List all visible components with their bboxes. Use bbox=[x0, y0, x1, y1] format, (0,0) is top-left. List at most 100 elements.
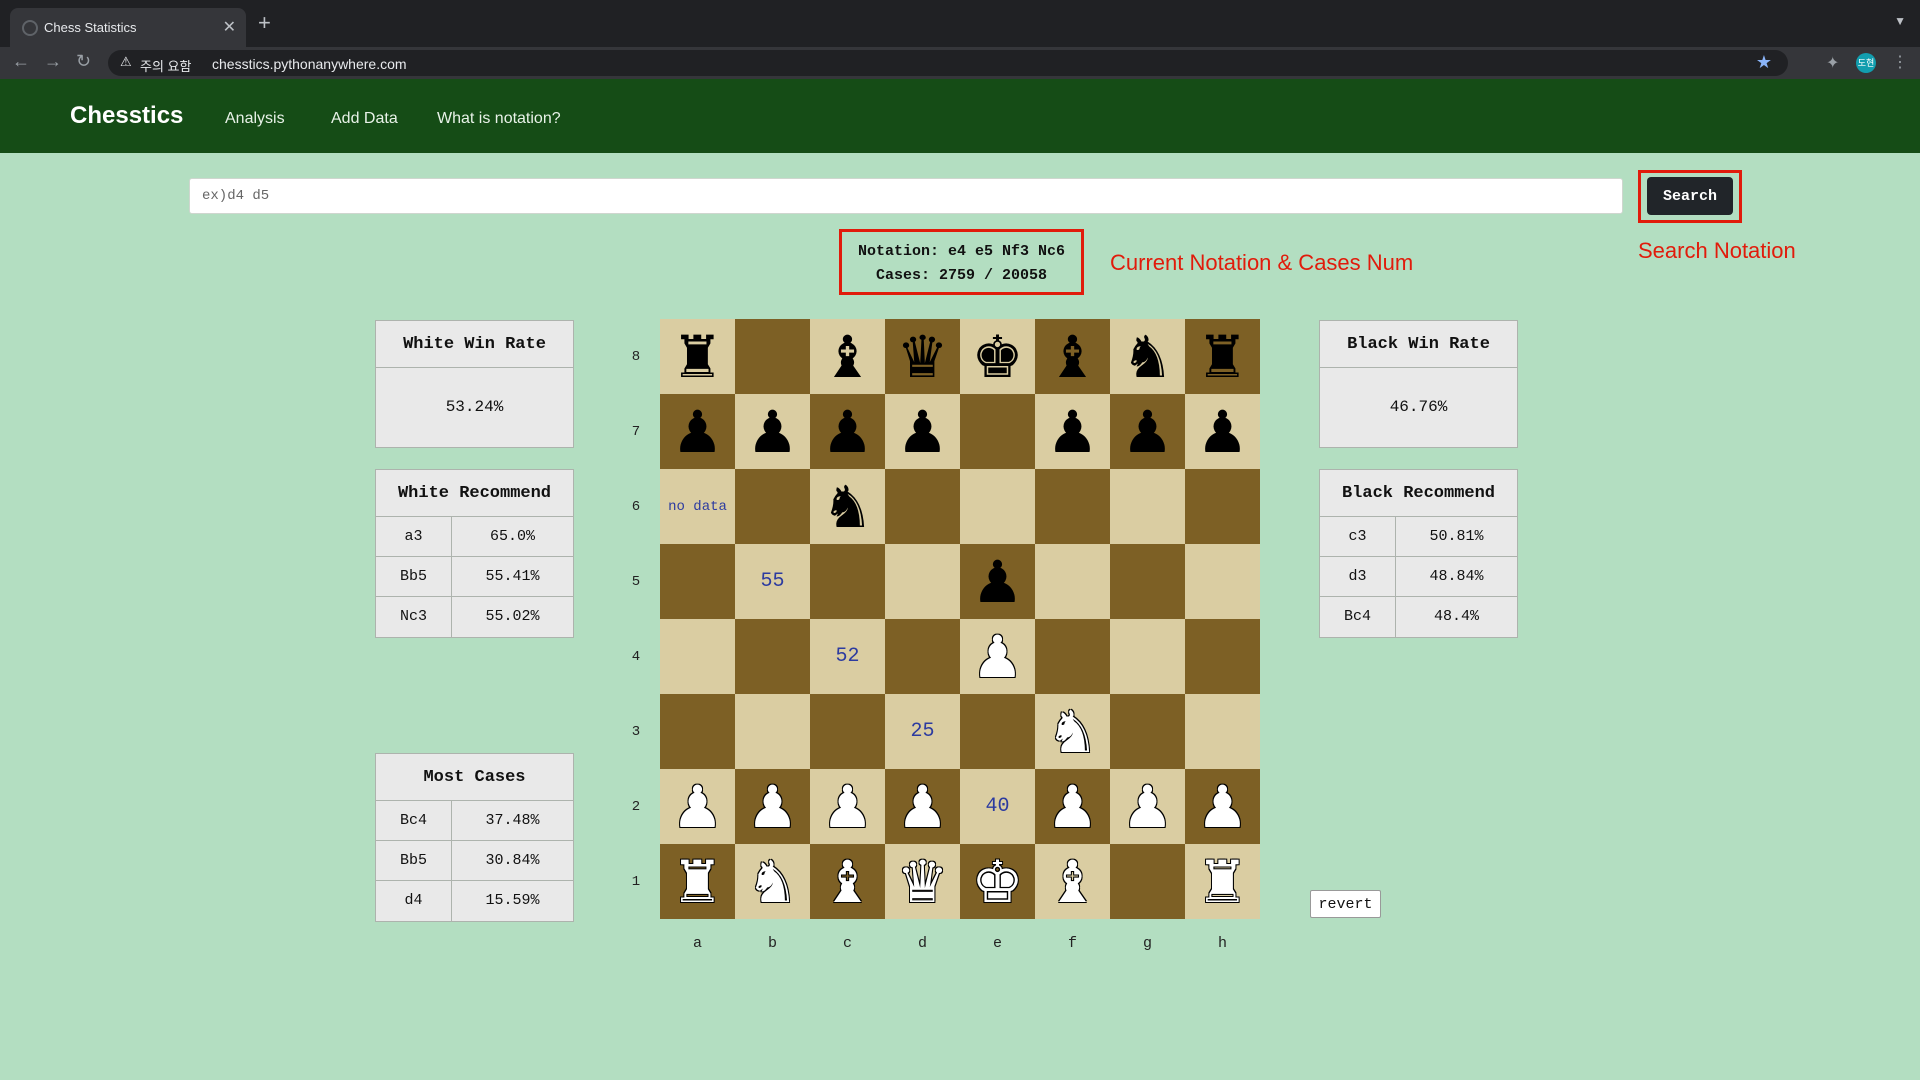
square-e3[interactable] bbox=[960, 694, 1035, 769]
square-a7[interactable]: ♟ bbox=[660, 394, 735, 469]
square-h7[interactable]: ♟ bbox=[1185, 394, 1260, 469]
square-h6[interactable] bbox=[1185, 469, 1260, 544]
white-knight-icon[interactable]: ♞ bbox=[747, 853, 799, 911]
nav-link-add-data[interactable]: Add Data bbox=[331, 110, 398, 128]
square-e8[interactable]: ♚ bbox=[960, 319, 1035, 394]
nav-link-analysis[interactable]: Analysis bbox=[225, 110, 285, 128]
black-queen-icon[interactable]: ♛ bbox=[897, 328, 949, 386]
white-pawn-icon[interactable]: ♟ bbox=[972, 628, 1024, 686]
square-f2[interactable]: ♟ bbox=[1035, 769, 1110, 844]
square-b7[interactable]: ♟ bbox=[735, 394, 810, 469]
square-e1[interactable]: ♚ bbox=[960, 844, 1035, 919]
square-g2[interactable]: ♟ bbox=[1110, 769, 1185, 844]
square-a8[interactable]: ♜ bbox=[660, 319, 735, 394]
square-d7[interactable]: ♟ bbox=[885, 394, 960, 469]
black-bishop-icon[interactable]: ♝ bbox=[822, 328, 874, 386]
chevron-down-icon[interactable]: ▼ bbox=[1894, 14, 1906, 28]
square-h2[interactable]: ♟ bbox=[1185, 769, 1260, 844]
square-b8[interactable] bbox=[735, 319, 810, 394]
nav-link-what-is-notation[interactable]: What is notation? bbox=[437, 110, 561, 128]
square-d2[interactable]: ♟ bbox=[885, 769, 960, 844]
square-c1[interactable]: ♝ bbox=[810, 844, 885, 919]
square-h5[interactable] bbox=[1185, 544, 1260, 619]
white-king-icon[interactable]: ♚ bbox=[972, 853, 1024, 911]
square-h3[interactable] bbox=[1185, 694, 1260, 769]
square-d8[interactable]: ♛ bbox=[885, 319, 960, 394]
white-pawn-icon[interactable]: ♟ bbox=[1122, 778, 1174, 836]
square-d1[interactable]: ♛ bbox=[885, 844, 960, 919]
square-g4[interactable] bbox=[1110, 619, 1185, 694]
black-king-icon[interactable]: ♚ bbox=[972, 328, 1024, 386]
square-c8[interactable]: ♝ bbox=[810, 319, 885, 394]
square-a3[interactable] bbox=[660, 694, 735, 769]
square-a6[interactable]: no data bbox=[660, 469, 735, 544]
square-h4[interactable] bbox=[1185, 619, 1260, 694]
white-pawn-icon[interactable]: ♟ bbox=[672, 778, 724, 836]
square-a1[interactable]: ♜ bbox=[660, 844, 735, 919]
avatar[interactable]: 도현 bbox=[1856, 53, 1876, 73]
square-b4[interactable] bbox=[735, 619, 810, 694]
white-pawn-icon[interactable]: ♟ bbox=[1197, 778, 1249, 836]
square-e5[interactable]: ♟ bbox=[960, 544, 1035, 619]
square-g1[interactable] bbox=[1110, 844, 1185, 919]
white-rook-icon[interactable]: ♜ bbox=[1197, 853, 1249, 911]
square-d6[interactable] bbox=[885, 469, 960, 544]
square-f4[interactable] bbox=[1035, 619, 1110, 694]
square-a4[interactable] bbox=[660, 619, 735, 694]
black-rook-icon[interactable]: ♜ bbox=[672, 328, 724, 386]
reload-icon[interactable]: ↻ bbox=[76, 51, 91, 72]
square-f7[interactable]: ♟ bbox=[1035, 394, 1110, 469]
browser-tab[interactable]: Chess Statistics ✕ bbox=[10, 8, 246, 47]
square-g5[interactable] bbox=[1110, 544, 1185, 619]
black-pawn-icon[interactable]: ♟ bbox=[897, 403, 949, 461]
new-tab-button[interactable]: + bbox=[258, 10, 271, 36]
square-c6[interactable]: ♞ bbox=[810, 469, 885, 544]
bookmark-star-icon[interactable]: ★ bbox=[1756, 52, 1772, 73]
white-pawn-icon[interactable]: ♟ bbox=[1047, 778, 1099, 836]
square-g6[interactable] bbox=[1110, 469, 1185, 544]
black-knight-icon[interactable]: ♞ bbox=[1122, 328, 1174, 386]
square-a2[interactable]: ♟ bbox=[660, 769, 735, 844]
brand-logo[interactable]: Chesstics bbox=[70, 102, 183, 130]
back-arrow-icon[interactable]: ← bbox=[12, 51, 30, 72]
square-b3[interactable] bbox=[735, 694, 810, 769]
square-e4[interactable]: ♟ bbox=[960, 619, 1035, 694]
square-e6[interactable] bbox=[960, 469, 1035, 544]
puzzle-icon[interactable]: ✦ bbox=[1826, 53, 1839, 73]
square-a5[interactable] bbox=[660, 544, 735, 619]
square-f3[interactable]: ♞ bbox=[1035, 694, 1110, 769]
black-pawn-icon[interactable]: ♟ bbox=[1197, 403, 1249, 461]
square-f8[interactable]: ♝ bbox=[1035, 319, 1110, 394]
square-c5[interactable] bbox=[810, 544, 885, 619]
square-g8[interactable]: ♞ bbox=[1110, 319, 1185, 394]
square-e2[interactable]: 40 bbox=[960, 769, 1035, 844]
square-c2[interactable]: ♟ bbox=[810, 769, 885, 844]
black-knight-icon[interactable]: ♞ bbox=[822, 478, 874, 536]
white-pawn-icon[interactable]: ♟ bbox=[822, 778, 874, 836]
square-b2[interactable]: ♟ bbox=[735, 769, 810, 844]
square-f1[interactable]: ♝ bbox=[1035, 844, 1110, 919]
address-bar[interactable]: ⚠ 주의 요함 chesstics.pythonanywhere.com ★ bbox=[108, 50, 1788, 76]
black-pawn-icon[interactable]: ♟ bbox=[1122, 403, 1174, 461]
square-d5[interactable] bbox=[885, 544, 960, 619]
white-pawn-icon[interactable]: ♟ bbox=[897, 778, 949, 836]
square-e7[interactable] bbox=[960, 394, 1035, 469]
square-b5[interactable]: 55 bbox=[735, 544, 810, 619]
square-f5[interactable] bbox=[1035, 544, 1110, 619]
black-pawn-icon[interactable]: ♟ bbox=[1047, 403, 1099, 461]
square-f6[interactable] bbox=[1035, 469, 1110, 544]
white-queen-icon[interactable]: ♛ bbox=[897, 853, 949, 911]
white-knight-icon[interactable]: ♞ bbox=[1047, 703, 1099, 761]
kebab-menu-icon[interactable]: ⋮ bbox=[1892, 52, 1908, 72]
black-pawn-icon[interactable]: ♟ bbox=[747, 403, 799, 461]
notation-search-input[interactable] bbox=[189, 178, 1623, 214]
square-h1[interactable]: ♜ bbox=[1185, 844, 1260, 919]
black-pawn-icon[interactable]: ♟ bbox=[672, 403, 724, 461]
white-rook-icon[interactable]: ♜ bbox=[672, 853, 724, 911]
black-pawn-icon[interactable]: ♟ bbox=[972, 553, 1024, 611]
revert-button[interactable]: revert bbox=[1310, 890, 1381, 918]
white-bishop-icon[interactable]: ♝ bbox=[822, 853, 874, 911]
square-d4[interactable] bbox=[885, 619, 960, 694]
square-g7[interactable]: ♟ bbox=[1110, 394, 1185, 469]
square-b1[interactable]: ♞ bbox=[735, 844, 810, 919]
